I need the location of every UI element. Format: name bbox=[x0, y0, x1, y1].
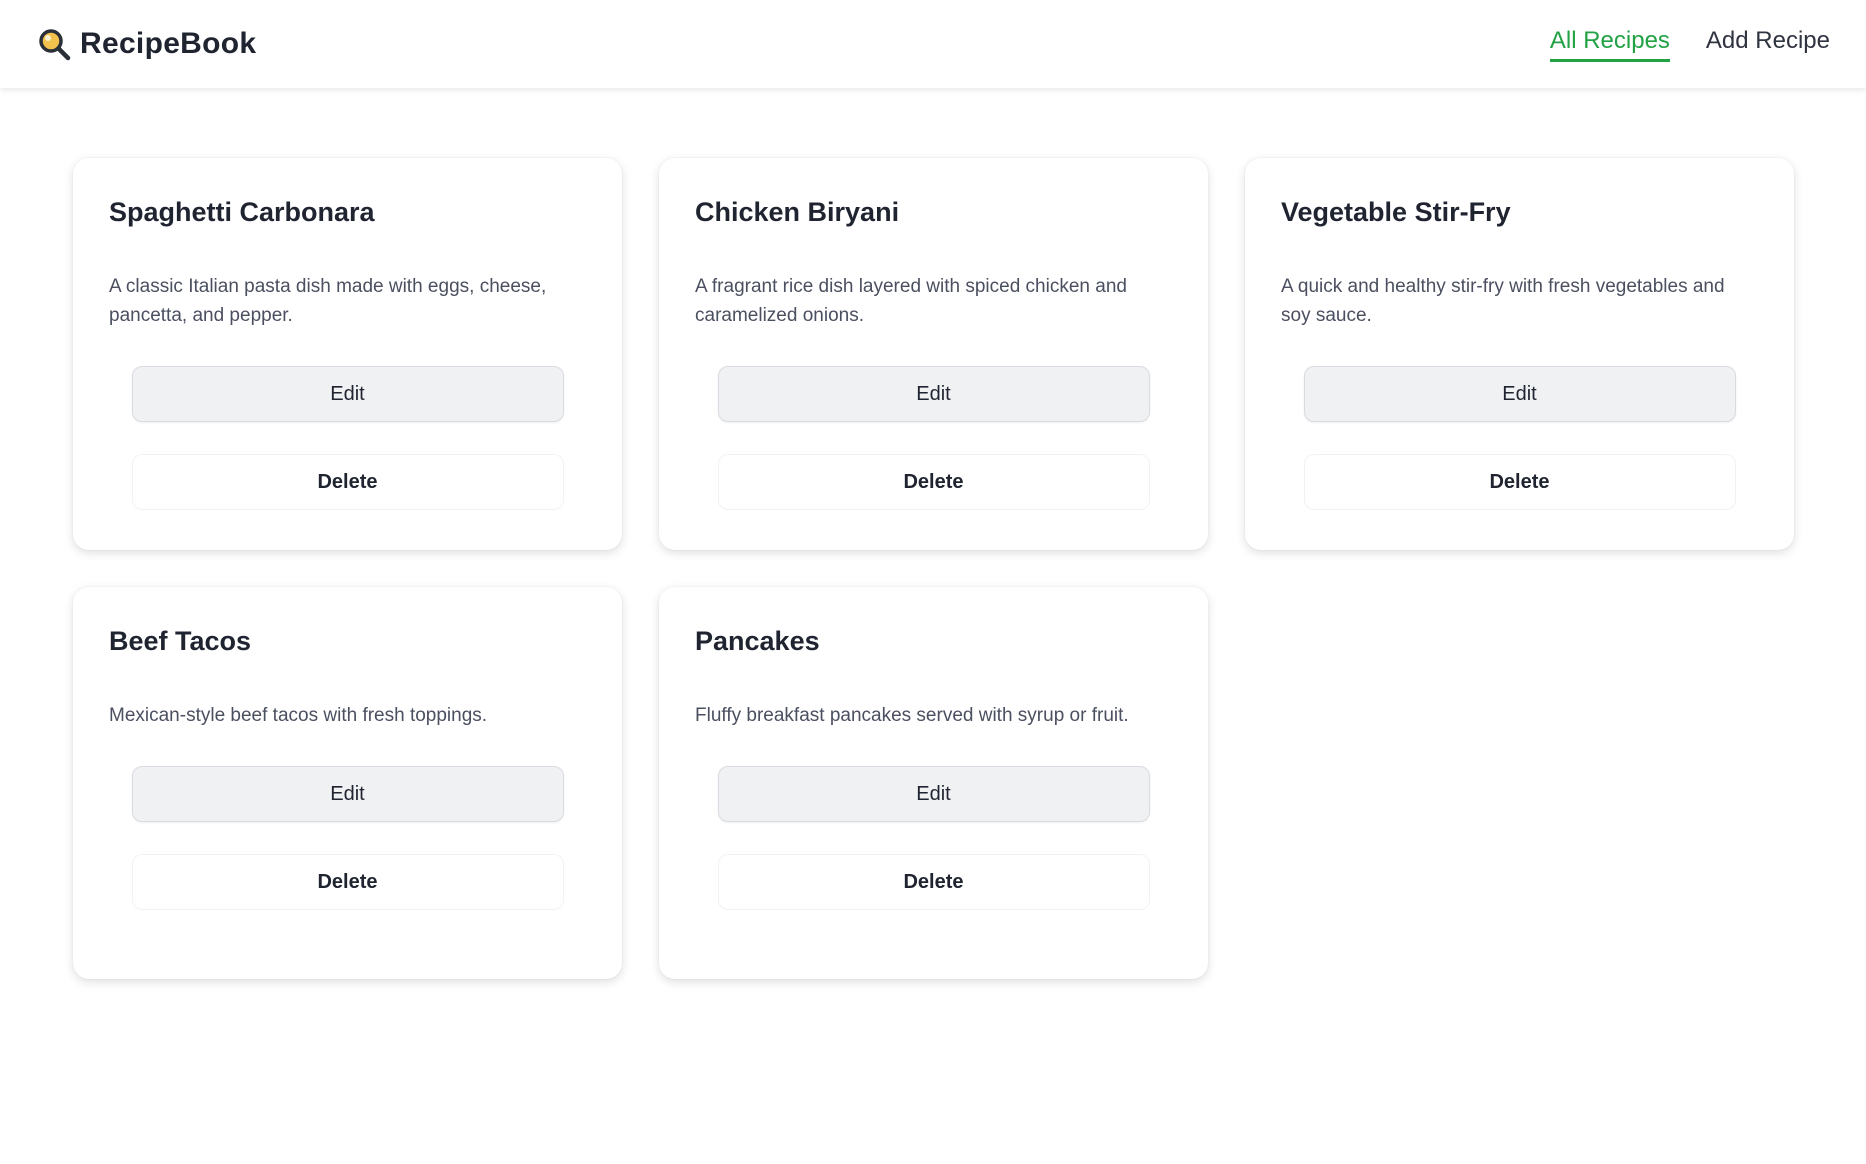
recipe-card: Spaghetti Carbonara A classic Italian pa… bbox=[73, 158, 622, 550]
magnifier-icon bbox=[36, 26, 72, 62]
recipe-card: Beef Tacos Mexican-style beef tacos with… bbox=[73, 587, 622, 979]
recipe-card: Pancakes Fluffy breakfast pancakes serve… bbox=[659, 587, 1208, 979]
edit-button[interactable]: Edit bbox=[131, 766, 564, 823]
card-actions: Edit Delete bbox=[109, 766, 586, 911]
recipe-title: Pancakes bbox=[695, 626, 820, 656]
brand-logo[interactable]: RecipeBook bbox=[36, 26, 256, 62]
brand-name: RecipeBook bbox=[80, 27, 257, 60]
recipe-title: Chicken Biryani bbox=[695, 197, 900, 227]
edit-button[interactable]: Edit bbox=[131, 366, 564, 423]
card-actions: Edit Delete bbox=[109, 366, 586, 511]
top-navbar: RecipeBook All Recipes Add Recipe bbox=[0, 0, 1866, 88]
nav-add-recipe[interactable]: Add Recipe bbox=[1706, 27, 1830, 62]
recipe-description: Fluffy breakfast pancakes served with sy… bbox=[695, 705, 1129, 727]
recipe-card: Chicken Biryani A fragrant rice dish lay… bbox=[659, 158, 1208, 550]
card-actions: Edit Delete bbox=[1281, 366, 1758, 511]
card-actions: Edit Delete bbox=[695, 366, 1172, 511]
nav-all-recipes[interactable]: All Recipes bbox=[1549, 27, 1670, 62]
recipe-description: A fragrant rice dish layered with spiced… bbox=[695, 276, 1127, 327]
recipe-description: A classic Italian pasta dish made with e… bbox=[109, 276, 547, 327]
recipe-title: Beef Tacos bbox=[109, 626, 252, 656]
delete-button[interactable]: Delete bbox=[717, 454, 1150, 511]
edit-button[interactable]: Edit bbox=[717, 366, 1150, 423]
card-actions: Edit Delete bbox=[695, 766, 1172, 911]
delete-button[interactable]: Delete bbox=[131, 454, 564, 511]
edit-button[interactable]: Edit bbox=[1303, 366, 1736, 423]
recipe-description: A quick and healthy stir-fry with fresh … bbox=[1281, 276, 1725, 327]
recipe-card: Vegetable Stir-Fry A quick and healthy s… bbox=[1245, 158, 1794, 550]
edit-button[interactable]: Edit bbox=[717, 766, 1150, 823]
recipe-grid: Spaghetti Carbonara A classic Italian pa… bbox=[73, 158, 1795, 979]
delete-button[interactable]: Delete bbox=[717, 854, 1150, 911]
main-nav: All Recipes Add Recipe bbox=[1549, 27, 1830, 62]
recipe-title: Vegetable Stir-Fry bbox=[1281, 197, 1511, 227]
delete-button[interactable]: Delete bbox=[131, 854, 564, 911]
recipe-title: Spaghetti Carbonara bbox=[109, 197, 375, 227]
delete-button[interactable]: Delete bbox=[1303, 454, 1736, 511]
recipe-description: Mexican-style beef tacos with fresh topp… bbox=[109, 705, 488, 727]
